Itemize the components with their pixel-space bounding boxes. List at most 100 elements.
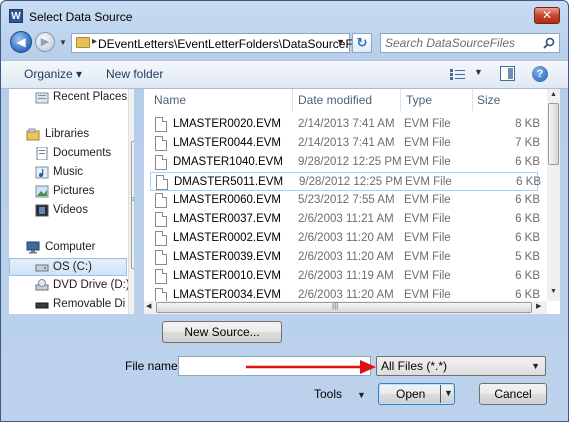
- nav-item-pictures[interactable]: Pictures: [9, 183, 127, 201]
- table-row[interactable]: LMASTER0010.EVM 2/6/2003 11:19 AM EVM Fi…: [150, 267, 540, 286]
- column-divider[interactable]: [472, 89, 473, 111]
- word-app-icon: W: [9, 9, 23, 23]
- column-header-type[interactable]: Type: [406, 89, 432, 111]
- file-name: DMASTER1040.EVM: [173, 156, 283, 168]
- file-icon: [155, 269, 167, 284]
- nav-item-libraries[interactable]: Libraries: [9, 126, 127, 144]
- column-header-name[interactable]: Name: [154, 89, 186, 111]
- file-type-filter-value: All Files (*.*): [381, 359, 448, 373]
- drive-icon: [35, 264, 49, 272]
- nav-item-music[interactable]: Music: [9, 164, 127, 182]
- nav-item-computer[interactable]: Computer: [9, 239, 127, 257]
- view-options-dropdown[interactable]: ▼: [474, 67, 483, 77]
- file-date: 2/14/2013 7:41 AM: [298, 137, 395, 149]
- scrollbar-grip-icon: |||: [332, 301, 339, 310]
- table-row[interactable]: LMASTER0037.EVM 2/6/2003 11:21 AM EVM Fi…: [150, 210, 540, 229]
- nav-label: Music: [53, 166, 84, 178]
- file-size: 6 KB: [515, 270, 540, 282]
- view-options-icon[interactable]: [450, 69, 465, 80]
- recent-places-icon: [35, 92, 49, 104]
- preview-pane-icon[interactable]: [500, 66, 515, 81]
- command-bar: Organize ▾ New folder ▼ ?: [1, 60, 568, 89]
- file-size: 5 KB: [515, 251, 540, 263]
- chevron-right-icon: ▸: [92, 36, 98, 47]
- nav-item-os-c[interactable]: OS (C:): [9, 258, 127, 276]
- file-size: 7 KB: [515, 137, 540, 149]
- file-name: LMASTER0020.EVM: [173, 118, 282, 130]
- file-date: 2/6/2003 11:19 AM: [298, 270, 394, 282]
- chevron-down-icon[interactable]: ▼: [336, 37, 345, 47]
- tools-dropdown-icon[interactable]: ▼: [357, 390, 366, 400]
- nav-item-documents[interactable]: Documents: [9, 145, 127, 163]
- nav-item-dvd-drive[interactable]: DVD Drive (D:): [9, 277, 130, 295]
- navigation-pane-scrollbar[interactable]: [128, 89, 134, 314]
- help-icon[interactable]: ?: [532, 66, 548, 82]
- navigation-pane: Recent Places Libraries Documents Music: [9, 89, 134, 314]
- table-row-selected[interactable]: DMASTER5011.EVM 9/28/2012 12:25 PM EVM F…: [150, 172, 541, 191]
- scroll-up-icon[interactable]: ▲: [550, 91, 557, 98]
- dialog-title: Select Data Source: [29, 10, 133, 24]
- scrollbar-thumb[interactable]: [156, 302, 532, 313]
- nav-item-recent-places[interactable]: Recent Places: [9, 89, 127, 107]
- file-date: 2/6/2003 11:20 AM: [298, 232, 394, 244]
- tools-menu[interactable]: Tools: [314, 387, 342, 401]
- file-name: LMASTER0044.EVM: [173, 137, 282, 149]
- address-bar[interactable]: ▸ DEventLetters\EventLetterFolders\DataS…: [71, 33, 371, 53]
- new-folder-button[interactable]: New folder: [106, 67, 163, 81]
- refresh-button[interactable]: ↻: [352, 33, 372, 53]
- sort-indicator-icon: ˆ: [343, 89, 346, 95]
- table-row[interactable]: LMASTER0020.EVM 2/14/2013 7:41 AM EVM Fi…: [150, 115, 540, 134]
- forward-button[interactable]: ▶: [35, 32, 55, 52]
- table-row[interactable]: DMASTER1040.EVM 9/28/2012 12:25 PM EVM F…: [150, 153, 540, 172]
- cancel-button[interactable]: Cancel: [479, 383, 547, 405]
- pictures-icon: [35, 185, 49, 198]
- file-type: EVM File: [404, 232, 451, 244]
- title-bar[interactable]: W Select Data Source ✕: [1, 1, 568, 31]
- search-icon[interactable]: [543, 37, 555, 49]
- chevron-down-icon[interactable]: ▼: [531, 361, 540, 371]
- search-input[interactable]: [385, 35, 535, 51]
- file-type: EVM File: [404, 137, 451, 149]
- new-source-button[interactable]: New Source...: [162, 321, 282, 343]
- file-list-horizontal-scrollbar[interactable]: ◀ ||| ▶: [144, 301, 547, 314]
- column-header-size[interactable]: Size: [477, 89, 500, 111]
- organize-menu[interactable]: Organize ▾: [24, 67, 82, 81]
- table-row[interactable]: LMASTER0060.EVM 5/23/2012 7:55 AM EVM Fi…: [150, 191, 540, 210]
- nav-label: Pictures: [53, 185, 95, 197]
- file-size: 8 KB: [515, 118, 540, 130]
- column-divider[interactable]: [292, 89, 293, 111]
- nav-item-videos[interactable]: Videos: [9, 202, 127, 220]
- search-box[interactable]: [380, 33, 560, 53]
- recent-locations-dropdown[interactable]: ▼: [59, 38, 67, 47]
- table-row[interactable]: LMASTER0002.EVM 2/6/2003 11:20 AM EVM Fi…: [150, 229, 540, 248]
- column-divider[interactable]: [400, 89, 401, 111]
- file-list: Name Date modified Type Size ˆ LMASTER00…: [144, 89, 560, 314]
- scrollbar-thumb[interactable]: [548, 103, 559, 165]
- close-button[interactable]: ✕: [534, 7, 560, 24]
- dvd-drive-icon: [35, 279, 49, 291]
- file-type-filter[interactable]: All Files (*.*) ▼: [376, 356, 546, 376]
- nav-label: Videos: [53, 204, 88, 216]
- back-button[interactable]: ◀: [10, 31, 32, 53]
- annotation-arrow-icon: [246, 360, 376, 374]
- removable-disk-icon: [35, 302, 49, 309]
- libraries-icon: [26, 128, 40, 141]
- file-size: 6 KB: [515, 289, 540, 301]
- scroll-right-icon[interactable]: ▶: [536, 302, 541, 310]
- documents-icon: [36, 147, 48, 160]
- file-list-vertical-scrollbar[interactable]: ▲ ▼: [547, 89, 560, 301]
- table-row[interactable]: LMASTER0044.EVM 2/14/2013 7:41 AM EVM Fi…: [150, 134, 540, 153]
- table-row[interactable]: LMASTER0039.EVM 2/6/2003 11:20 AM EVM Fi…: [150, 248, 540, 267]
- file-type: EVM File: [404, 213, 451, 225]
- open-options-dropdown[interactable]: ▼: [444, 388, 453, 398]
- open-button-label: Open: [396, 387, 426, 401]
- nav-item-removable-disk[interactable]: Removable Di: [9, 296, 127, 314]
- file-date: 9/28/2012 12:25 PM: [299, 176, 403, 188]
- column-header-date-modified[interactable]: Date modified: [298, 89, 372, 111]
- scroll-down-icon[interactable]: ▼: [550, 288, 557, 295]
- scroll-left-icon[interactable]: ◀: [146, 302, 151, 310]
- scrollbar-thumb[interactable]: [131, 141, 134, 269]
- file-icon: [155, 250, 167, 265]
- file-type: EVM File: [404, 194, 451, 206]
- file-size: 6 KB: [516, 176, 541, 188]
